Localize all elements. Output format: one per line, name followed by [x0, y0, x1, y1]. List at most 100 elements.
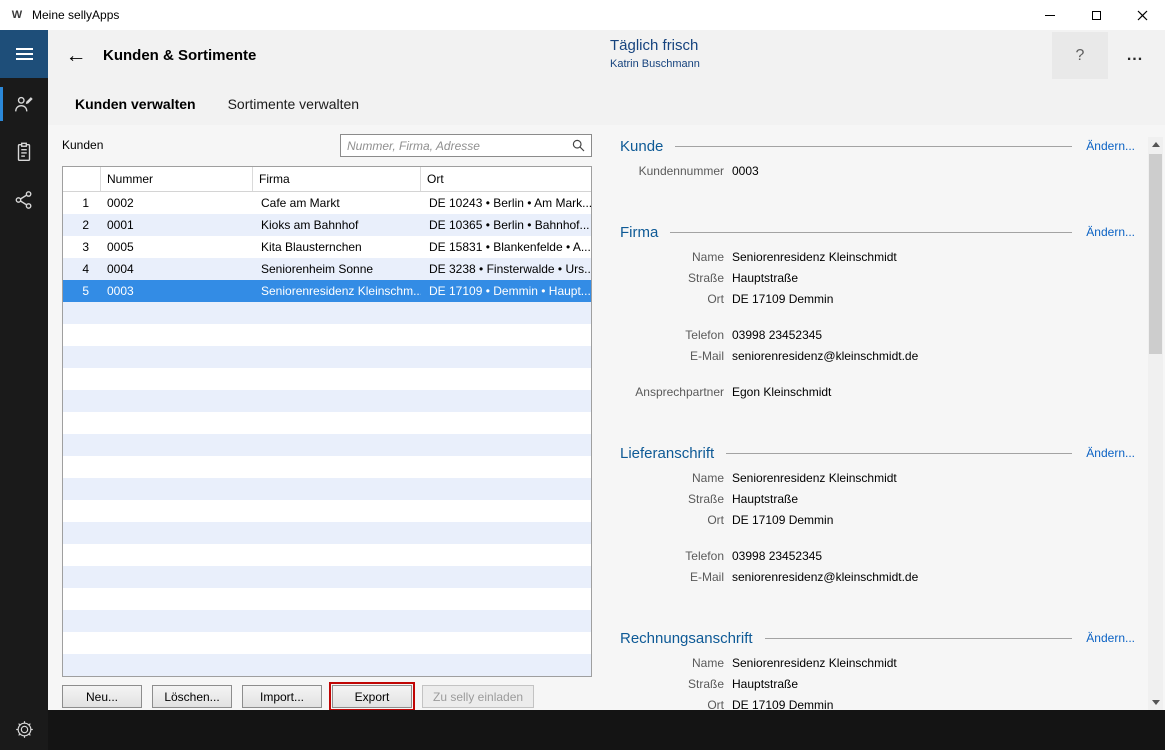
menu-button[interactable]	[0, 30, 48, 78]
change-firma-link[interactable]: Ändern...	[1086, 225, 1135, 239]
tab-strip: Kunden verwalten Sortimente verwalten	[48, 82, 1165, 125]
new-button[interactable]: Neu...	[62, 685, 142, 708]
customers-icon	[13, 93, 35, 115]
gear-icon	[15, 720, 34, 739]
table-row[interactable]: 4 0004 Seniorenheim Sonne DE 3238 • Fins…	[63, 258, 591, 280]
field-value: 03998 23452345	[732, 549, 822, 563]
field-value: Seniorenresidenz Kleinschmidt	[732, 656, 897, 670]
scroll-up-button[interactable]	[1148, 137, 1163, 152]
change-rechnungsanschrift-link[interactable]: Ändern...	[1086, 631, 1135, 645]
field-value: seniorenresidenz@kleinschmidt.de	[732, 349, 918, 363]
section-rechnungsanschrift: Rechnungsanschrift Ändern... Name Senior…	[620, 627, 1135, 715]
field-label: Straße	[620, 492, 732, 506]
cell-ort: DE 3238 • Finsterwalde • Urs...	[421, 262, 591, 276]
search-icon[interactable]	[572, 139, 585, 152]
sidebar-item-kunden-sortimente[interactable]	[0, 82, 48, 126]
action-buttons: Neu... Löschen... Import... Export Zu se…	[62, 685, 534, 708]
field-value: DE 17109 Demmin	[732, 513, 833, 527]
scroll-down-button[interactable]	[1148, 695, 1163, 710]
column-header-index[interactable]	[63, 167, 101, 191]
help-button[interactable]: ?	[1052, 32, 1108, 79]
search-input[interactable]	[341, 139, 572, 153]
field-value: 0003	[732, 164, 759, 178]
table-row[interactable]: 2 0001 Kioks am Bahnhof DE 10365 • Berli…	[63, 214, 591, 236]
section-title: Kunde	[620, 138, 663, 155]
field-value: Seniorenresidenz Kleinschmidt	[732, 250, 897, 264]
field-row: Ansprechpartner Egon Kleinschmidt	[620, 381, 1135, 402]
table-row-selected[interactable]: 5 0003 Seniorenresidenz Kleinschm... DE …	[63, 280, 591, 302]
column-header-nummer[interactable]: Nummer	[101, 167, 253, 191]
cell-firma: Seniorenresidenz Kleinschm...	[253, 284, 421, 298]
column-header-firma[interactable]: Firma	[253, 167, 421, 191]
more-button[interactable]: ...	[1113, 32, 1157, 79]
title-bar: W Meine sellyApps	[0, 0, 1165, 30]
account-switcher[interactable]: Täglich frisch Katrin Buschmann	[610, 37, 700, 70]
section-divider	[670, 232, 1072, 233]
table-row[interactable]: 1 0002 Cafe am Markt DE 10243 • Berlin •…	[63, 192, 591, 214]
window-controls	[1027, 0, 1165, 30]
detail-scrollbar[interactable]	[1148, 137, 1163, 710]
section-divider	[726, 453, 1072, 454]
settings-button[interactable]	[0, 711, 48, 747]
cell-ort: DE 17109 • Demmin • Haupt...	[421, 284, 591, 298]
column-header-ort[interactable]: Ort	[421, 167, 591, 191]
section-title: Firma	[620, 224, 658, 241]
cell-firma: Seniorenheim Sonne	[253, 262, 421, 276]
field-row: Straße Hauptstraße	[620, 673, 1135, 694]
field-label: Telefon	[620, 549, 732, 563]
customer-search-box	[340, 134, 592, 157]
section-divider	[765, 638, 1073, 639]
field-label: Kundennummer	[620, 164, 732, 178]
page-title: Kunden & Sortimente	[103, 47, 256, 64]
table-header: Nummer Firma Ort	[63, 167, 591, 192]
cell-nummer: 0004	[101, 262, 253, 276]
chevron-down-icon	[1152, 700, 1160, 705]
section-header: Rechnungsanschrift Ändern...	[620, 627, 1135, 649]
field-label: Ort	[620, 513, 732, 527]
table-row[interactable]: 3 0005 Kita Blausternchen DE 15831 • Bla…	[63, 236, 591, 258]
scrollbar-thumb[interactable]	[1149, 154, 1162, 354]
field-value: Seniorenresidenz Kleinschmidt	[732, 471, 897, 485]
maximize-button[interactable]	[1073, 0, 1119, 30]
close-icon	[1137, 10, 1148, 21]
section-title: Lieferanschrift	[620, 445, 714, 462]
cell-nummer: 0001	[101, 218, 253, 232]
customer-detail-panel: Kunde Ändern... Kundennummer 0003 Firma …	[620, 135, 1135, 755]
tab-kunden-verwalten[interactable]: Kunden verwalten	[75, 96, 196, 112]
cell-ort: DE 10243 • Berlin • Am Mark...	[421, 196, 591, 210]
field-row: Name Seniorenresidenz Kleinschmidt	[620, 246, 1135, 267]
cell-ort: DE 10365 • Berlin • Bahnhof...	[421, 218, 591, 232]
user-name: Katrin Buschmann	[610, 58, 700, 70]
field-row: E-Mail seniorenresidenz@kleinschmidt.de	[620, 566, 1135, 587]
back-button[interactable]: ←	[58, 38, 94, 74]
ellipsis-icon: ...	[1127, 47, 1143, 65]
minimize-icon	[1045, 15, 1055, 16]
sidebar-item-listen[interactable]	[0, 130, 48, 174]
account-name: Täglich frisch	[610, 37, 700, 54]
cell-index: 1	[63, 196, 101, 210]
field-value: DE 17109 Demmin	[732, 292, 833, 306]
maximize-icon	[1092, 11, 1101, 20]
export-button[interactable]: Export	[332, 685, 412, 708]
cell-firma: Cafe am Markt	[253, 196, 421, 210]
tab-sortimente-verwalten[interactable]: Sortimente verwalten	[228, 96, 360, 112]
sidebar-item-teilen[interactable]	[0, 178, 48, 222]
change-lieferanschrift-link[interactable]: Ändern...	[1086, 446, 1135, 460]
cell-index: 3	[63, 240, 101, 254]
field-row: Name Seniorenresidenz Kleinschmidt	[620, 467, 1135, 488]
hamburger-icon	[16, 48, 33, 60]
section-header: Kunde Ändern...	[620, 135, 1135, 157]
section-header: Lieferanschrift Ändern...	[620, 442, 1135, 464]
field-row: Telefon 03998 23452345	[620, 324, 1135, 345]
cell-index: 2	[63, 218, 101, 232]
field-label: Name	[620, 471, 732, 485]
delete-button[interactable]: Löschen...	[152, 685, 232, 708]
change-kunde-link[interactable]: Ändern...	[1086, 139, 1135, 153]
import-button[interactable]: Import...	[242, 685, 322, 708]
field-label: Name	[620, 656, 732, 670]
table-empty-rows	[63, 302, 591, 676]
minimize-button[interactable]	[1027, 0, 1073, 30]
field-value: Hauptstraße	[732, 677, 798, 691]
close-button[interactable]	[1119, 0, 1165, 30]
invite-to-selly-button[interactable]: Zu selly einladen	[422, 685, 534, 708]
